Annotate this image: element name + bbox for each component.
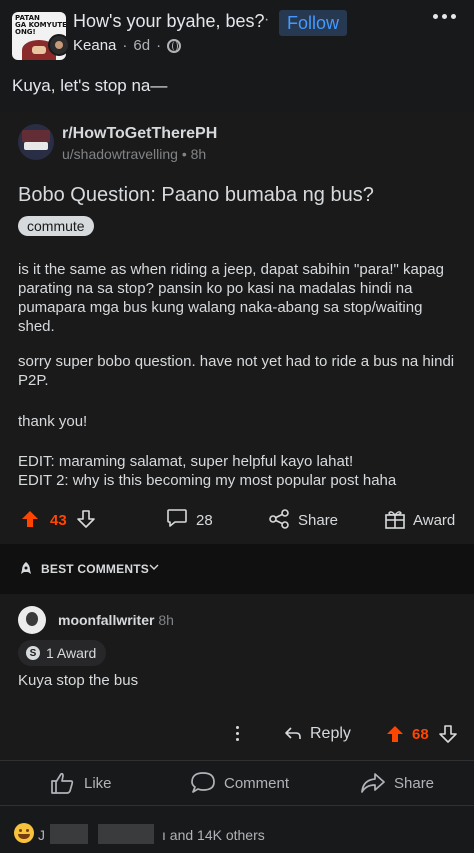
reddit-post-image[interactable]: r/HowToGetTherePH u/shadowtravelling • 8… xyxy=(0,112,474,760)
post-age[interactable]: 6d xyxy=(133,37,150,54)
silver-award-icon: S xyxy=(26,646,40,660)
reddit-share-label: Share xyxy=(298,512,339,529)
downvote-icon xyxy=(77,510,95,528)
share-button[interactable]: Share xyxy=(360,771,434,795)
rocket-icon xyxy=(21,562,31,574)
reactions-count-text: ı and 14K others xyxy=(162,827,265,843)
globe-icon xyxy=(167,38,182,53)
comment-award-badge: S 1 Award xyxy=(18,640,107,666)
award-gift-icon xyxy=(385,511,405,529)
comment-sort-bar: BEST COMMENTS xyxy=(0,544,474,594)
meta-separator: · xyxy=(122,37,128,54)
body-paragraph-1: is it the same as when riding a jeep, da… xyxy=(18,261,444,335)
comment-author-line: moonfallwriter 8h xyxy=(58,612,174,628)
follow-button[interactable]: Follow xyxy=(279,10,348,36)
share-label: Share xyxy=(394,774,435,792)
comment-reply-label: Reply xyxy=(310,725,351,742)
body-paragraph-3: thank you! xyxy=(18,413,88,430)
post-header: PATAN GA KOMYUTER ONG! How's your byahe,… xyxy=(0,0,474,62)
redacted-block-2 xyxy=(98,824,154,844)
author-name[interactable]: Keana xyxy=(73,37,116,54)
upvote-icon xyxy=(22,511,38,527)
author-avatar[interactable] xyxy=(48,34,70,56)
post-comment-count: 28 xyxy=(196,512,213,529)
body-paragraph-4: EDIT: maraming salamat, super helpful ka… xyxy=(18,453,397,489)
group-name[interactable]: How's your byahe, bes? xyxy=(73,11,265,32)
comment-username: moonfallwriter xyxy=(58,612,155,628)
like-button[interactable]: Like xyxy=(50,771,112,795)
comment-vote-count: 68 xyxy=(412,726,429,743)
comment-button[interactable]: Comment xyxy=(190,771,289,795)
commenter-avatar xyxy=(18,606,46,634)
comment-more-icon xyxy=(236,726,239,741)
reddit-award-label: Award xyxy=(413,512,456,529)
reactor-name-initial: J xyxy=(38,827,45,843)
reddit-post-title: Bobo Question: Paano bumaba ng bus? xyxy=(18,184,374,206)
chevron-down-icon xyxy=(149,564,159,570)
redacted-block xyxy=(50,824,88,844)
subreddit-avatar xyxy=(18,124,54,160)
comment-upvote-icon xyxy=(387,726,403,742)
meta-separator-2: · xyxy=(156,37,162,54)
like-label: Like xyxy=(84,774,112,792)
comment-award-text: 1 Award xyxy=(46,645,97,661)
post-caption: Kuya, let's stop na— xyxy=(12,76,168,95)
comment-text: Kuya stop the bus xyxy=(18,672,139,689)
comment-label: Comment xyxy=(224,774,290,792)
best-comments-label: BEST COMMENTS xyxy=(41,562,149,576)
body-paragraph-2: sorry super bobo question. have not yet … xyxy=(18,353,455,389)
share-icon xyxy=(269,509,289,529)
post-meta: Keana · 6d · xyxy=(73,37,182,54)
post-vote-count: 43 xyxy=(50,512,67,529)
subreddit-name: r/HowToGetTherePH xyxy=(62,125,218,142)
title-separator: · xyxy=(264,11,270,28)
post-action-bar: Like Comment Share xyxy=(0,760,474,806)
group-avatar-text: PATAN GA KOMYUTER ONG! xyxy=(15,14,66,36)
comment-icon xyxy=(191,772,215,793)
reactions-summary[interactable]: J ı and 14K others xyxy=(0,812,474,853)
reply-arrow-icon xyxy=(285,727,301,739)
comment-actions: Reply 68 xyxy=(0,722,474,748)
comment-time: 8h xyxy=(158,612,174,628)
reddit-user-line: u/shadowtravelling • 8h xyxy=(62,146,207,162)
comment-downvote-icon xyxy=(439,725,457,743)
comment-bubble-icon xyxy=(167,509,187,527)
share-arrow-icon xyxy=(361,773,385,793)
laugh-reaction-icon xyxy=(14,823,34,843)
thumbs-up-icon xyxy=(51,772,74,794)
reddit-post-actions: 43 28 Share Award xyxy=(0,508,474,538)
more-options-icon[interactable] xyxy=(433,14,456,19)
flair-badge: commute xyxy=(18,216,94,236)
